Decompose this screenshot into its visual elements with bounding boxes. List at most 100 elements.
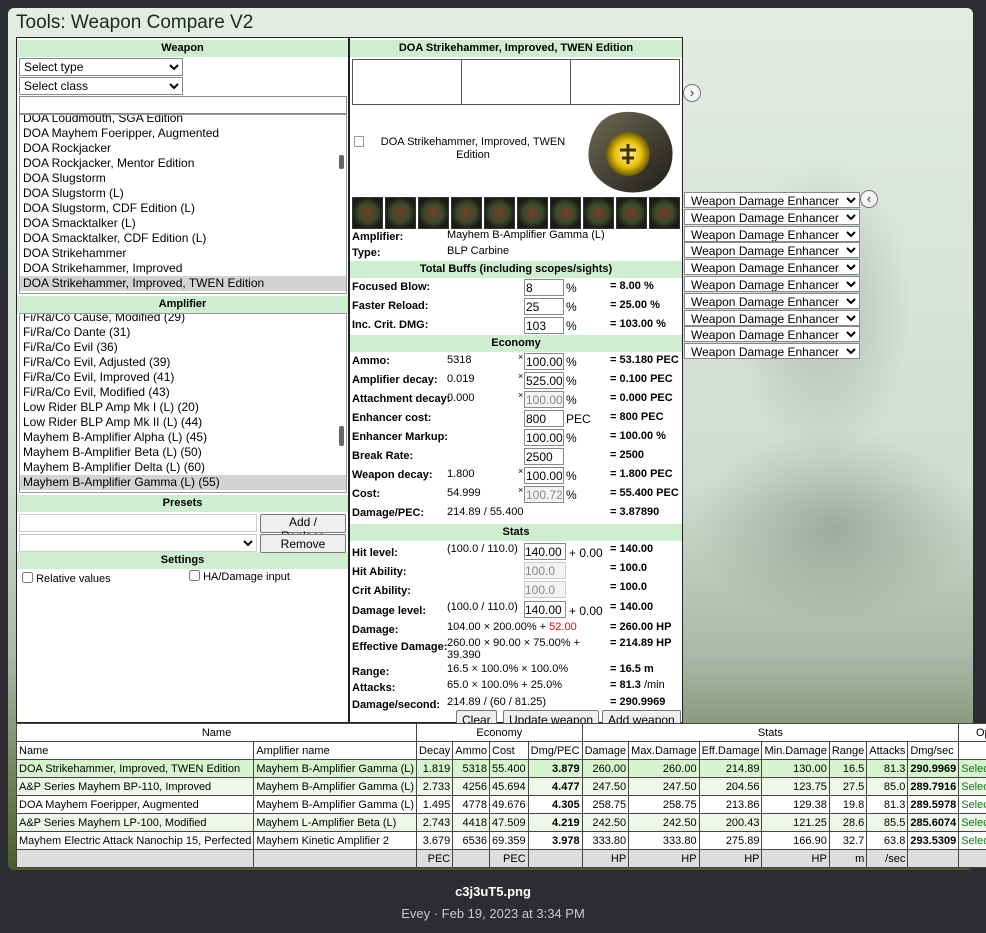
table-cell: 4778	[452, 795, 491, 814]
weapon-list-item[interactable]: DOA Smacktalker, CDF Edition (L)	[20, 231, 346, 246]
table-cell: 3.978	[527, 831, 583, 850]
select-link[interactable]: Select	[958, 777, 986, 796]
amplifier-list-item[interactable]: Mayhem B-Amplifier Alpha (L) (45)	[20, 430, 346, 445]
weapon-list-item[interactable]: DOA Loudmouth, SGA Edition	[20, 115, 346, 126]
buff-input[interactable]	[524, 279, 564, 296]
weapon-list-item[interactable]: DOA Rockjacker	[20, 141, 346, 156]
unit-cell: HP	[581, 849, 630, 868]
amplifier-list-item[interactable]: Mayhem B-Amplifier Delta (L) (60)	[20, 460, 346, 475]
weapon-list-item[interactable]: DOA Mayhem Foeripper, Augmented	[20, 126, 346, 141]
select-link[interactable]: Select	[958, 813, 986, 832]
enhancer-select[interactable]: Weapon Damage Enhancer 9	[684, 326, 860, 343]
multiply-sign: ×	[518, 390, 524, 400]
economy-input[interactable]	[524, 410, 564, 427]
enhancer-select[interactable]: Weapon Damage Enhancer 10	[684, 343, 860, 360]
enhancer-slot-icon[interactable]	[550, 197, 581, 229]
economy-row: Cost: 54.999 ×% = 55.400 PEC	[350, 485, 682, 504]
amplifier-list-item[interactable]: Fi/Ra/Co Evil (36)	[20, 340, 346, 355]
enhancer-select[interactable]: Weapon Damage Enhancer 7	[684, 292, 860, 309]
relative-values-option[interactable]: Relative values	[22, 572, 111, 585]
amplifier-list-item[interactable]: Fi/Ra/Co Cause, Modified (29)	[20, 314, 346, 325]
weapon-list-item[interactable]: DOA Slugstorm	[20, 171, 346, 186]
range-label: Range:	[352, 666, 390, 678]
amplifier-list-item[interactable]: Fi/Ra/Co Evil, Adjusted (39)	[20, 355, 346, 370]
economy-input[interactable]	[524, 467, 564, 484]
amplifier-list-scrollbar[interactable]	[339, 426, 344, 446]
amplifier-list-item[interactable]: Fi/Ra/Co Evil, Improved (41)	[20, 370, 346, 385]
amplifier-list-item[interactable]: Mayhem B-Amplifier Gamma (L) (55)	[20, 475, 346, 490]
weapon-list-item[interactable]: DOA Strikehammer	[20, 246, 346, 261]
amplifier-list-item[interactable]: Mayhem B-Amplifier Beta (L) (50)	[20, 445, 346, 460]
select-link[interactable]: Select	[958, 795, 986, 814]
chevron-right-icon[interactable]: ›	[683, 84, 701, 102]
damage-level-input[interactable]	[524, 601, 566, 618]
economy-result: = 0.100 PEC	[610, 373, 673, 385]
enhancer-select[interactable]: Weapon Damage Enhancer 6	[684, 276, 860, 292]
type-select[interactable]: Select type	[19, 58, 183, 76]
class-select[interactable]: Select class	[19, 77, 183, 95]
buff-unit: %	[566, 319, 577, 333]
enhancer-slot-icon[interactable]	[583, 197, 614, 229]
multiply-sign: ×	[518, 485, 524, 495]
ha-damage-checkbox[interactable]	[189, 570, 200, 581]
buff-input[interactable]	[524, 317, 564, 334]
amplifier-list-item[interactable]: Low Rider BLP Amp Mk II (L) (44)	[20, 415, 346, 430]
buff-input[interactable]	[524, 298, 564, 315]
hit-level-input[interactable]	[524, 543, 566, 560]
economy-result: = 53.180 PEC	[610, 354, 679, 366]
enhancer-select[interactable]: Weapon Damage Enhancer 5	[684, 259, 860, 276]
enhancer-slot-icon[interactable]	[385, 197, 416, 229]
weapon-list-item[interactable]: DOA Rockjacker, Mentor Edition	[20, 156, 346, 171]
economy-unit: PEC	[566, 412, 591, 426]
table-cell: Mayhem B-Amplifier Gamma (L)	[253, 777, 418, 796]
enhancer-slot-icon[interactable]	[649, 197, 680, 229]
amplifier-list[interactable]: Fi/Ra/Co Cause, Modified (29) Fi/Ra/Co Da…	[19, 313, 347, 493]
enhancer-select[interactable]: Weapon Damage Enhancer 4	[684, 242, 860, 259]
select-link[interactable]: Select	[958, 759, 986, 778]
amplifier-list-item[interactable]: Fi/Ra/Co Dante (31)	[20, 325, 346, 340]
weapon-list-item[interactable]: DOA Strikehammer, Improved	[20, 261, 346, 276]
unit-cell	[907, 849, 960, 868]
economy-value: 214.89 / 55.400	[447, 506, 524, 518]
weapon-list-item[interactable]: DOA Smacktalker (L)	[20, 216, 346, 231]
enhancer-slot-icon[interactable]	[352, 197, 383, 229]
weapon-list-item[interactable]: DOA Slugstorm, CDF Edition (L)	[20, 201, 346, 216]
ha-damage-option[interactable]: HA/Damage input	[189, 570, 290, 583]
enhancer-slot-icon[interactable]	[418, 197, 449, 229]
weapon-list-scrollbar[interactable]	[339, 155, 344, 169]
economy-input[interactable]	[524, 353, 564, 370]
table-cell: 289.5978	[907, 795, 960, 814]
table-cell: 28.6	[828, 813, 868, 832]
weapon-search-input[interactable]	[19, 96, 347, 114]
enhancer-select[interactable]: Weapon Damage Enhancer 3	[684, 225, 860, 242]
remove-button[interactable]: Remove	[260, 534, 346, 553]
economy-input[interactable]	[524, 372, 564, 389]
preset-select[interactable]	[19, 534, 257, 552]
select-link[interactable]: Select	[958, 831, 986, 850]
unit-cell: m	[828, 849, 868, 868]
unit-cell	[958, 849, 986, 868]
add-replace-button[interactable]: Add / Replace	[260, 514, 346, 543]
amplifier-list-item[interactable]: Low Rider BLP Amp Mk I (L) (20)	[20, 400, 346, 415]
weapon-list-item[interactable]: DOA Slugstorm (L)	[20, 186, 346, 201]
economy-input[interactable]	[524, 429, 564, 446]
enhancer-slot-icon[interactable]	[517, 197, 548, 229]
enhancer-select[interactable]: Weapon Damage Enhancer 1	[684, 192, 860, 208]
buff-label: Focused Blow:	[352, 281, 431, 293]
enhancer-select[interactable]: Weapon Damage Enhancer 8	[684, 309, 860, 326]
weapon-list[interactable]: DOA Loudmouth, SGA Edition DOA Mayhem Foe…	[19, 114, 347, 294]
chevron-left-icon[interactable]: ‹	[860, 190, 878, 208]
economy-input[interactable]	[524, 448, 564, 465]
preset-name-input[interactable]	[19, 514, 257, 532]
enhancer-slot-icon[interactable]	[484, 197, 515, 229]
amplifier-list-item[interactable]: Fi/Ra/Co Evil, Modified (43)	[20, 385, 346, 400]
weapon-list-item[interactable]: DOA Strikehammer, Improved, TWEN Edition	[20, 276, 346, 291]
enhancer-select[interactable]: Weapon Damage Enhancer 2	[684, 208, 860, 225]
relative-values-checkbox[interactable]	[22, 572, 33, 583]
stats-header: Stats	[350, 524, 682, 541]
enhancer-slot-icon[interactable]	[616, 197, 647, 229]
settings-header: Settings	[17, 552, 348, 569]
enhancer-slot-icon[interactable]	[451, 197, 482, 229]
comparison-table: Name Economy Stats Options NameAmplifier…	[15, 723, 986, 868]
table-cell: 63.8	[866, 831, 909, 850]
